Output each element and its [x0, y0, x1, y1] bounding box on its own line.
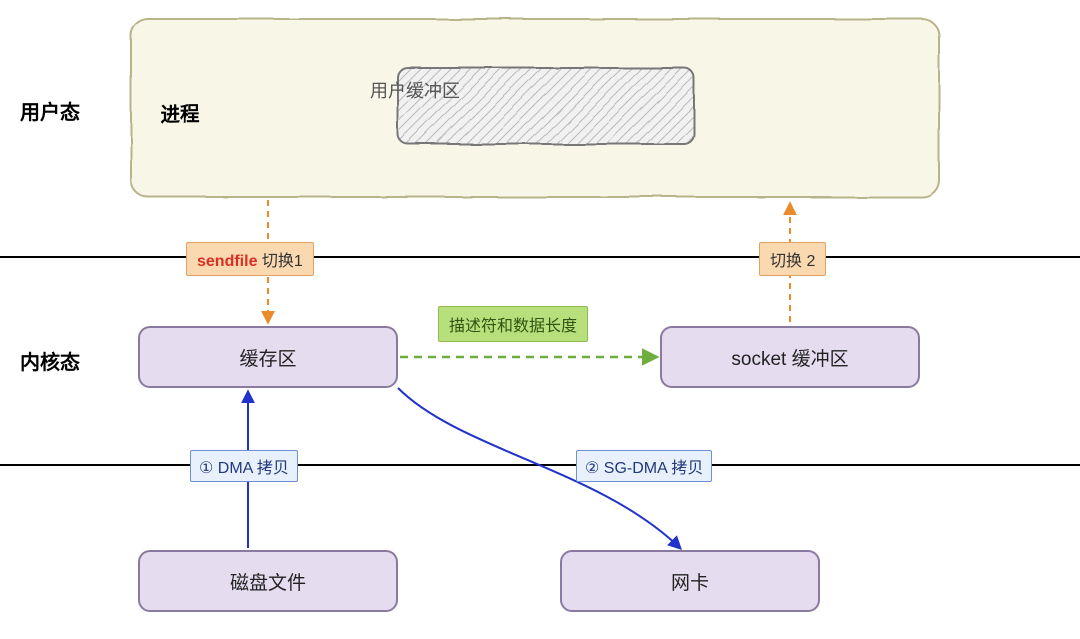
disk-box: 磁盘文件 — [138, 550, 398, 612]
user-buffer-box: 用户缓冲区 — [265, 50, 565, 130]
disk-label: 磁盘文件 — [230, 568, 306, 595]
cache-label: 缓存区 — [239, 344, 296, 371]
tag-sgdma-label: ② SG-DMA 拷贝 — [585, 460, 703, 477]
tag-switch1-prefix: sendfile — [197, 253, 257, 270]
tag-switch2-label: 切换 2 — [770, 253, 815, 270]
socket-buffer-label: socket 缓冲区 — [731, 344, 848, 371]
nic-label: 网卡 — [671, 568, 709, 595]
layer-label-kernel: 内核态 — [20, 346, 80, 375]
tag-dma-label: ① DMA 拷贝 — [199, 460, 289, 477]
tag-dma: ① DMA 拷贝 — [190, 450, 298, 482]
tag-sgdma: ② SG-DMA 拷贝 — [576, 450, 712, 482]
nic-box: 网卡 — [560, 550, 820, 612]
user-buffer-label: 用户缓冲区 — [370, 77, 460, 103]
tag-descriptor: 描述符和数据长度 — [438, 306, 588, 342]
divider-kernel-hw — [0, 464, 1080, 466]
cache-box: 缓存区 — [138, 326, 398, 388]
divider-user-kernel — [0, 256, 1080, 258]
process-label: 进程 — [160, 98, 200, 127]
socket-buffer-box: socket 缓冲区 — [660, 326, 920, 388]
tag-switch2: 切换 2 — [759, 242, 826, 276]
layer-label-user: 用户态 — [20, 96, 80, 125]
tag-descriptor-label: 描述符和数据长度 — [449, 318, 577, 335]
tag-switch1-suffix: 切换1 — [257, 253, 302, 270]
tag-switch1: sendfile 切换1 — [186, 242, 314, 276]
